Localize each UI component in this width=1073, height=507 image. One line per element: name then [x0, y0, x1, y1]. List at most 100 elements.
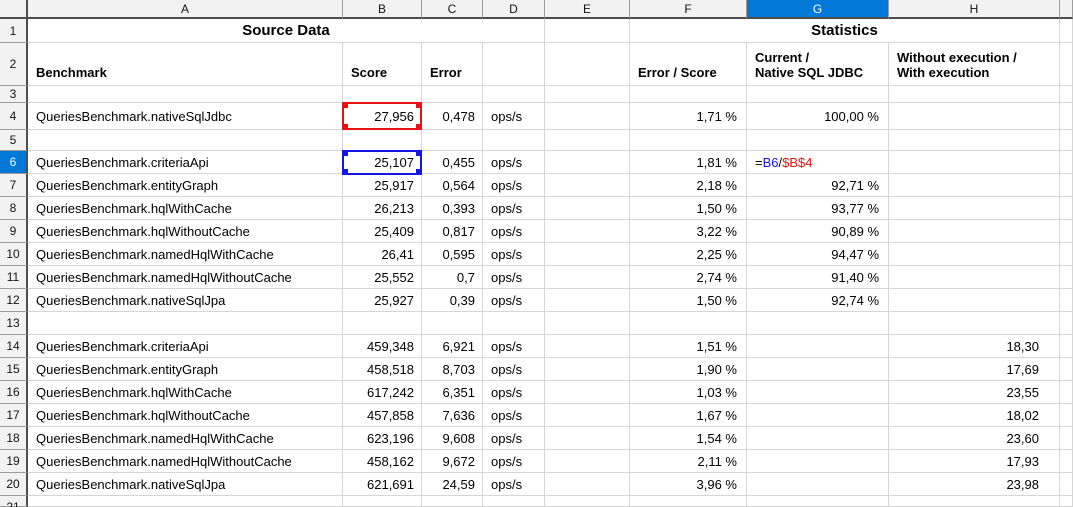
cell-C21[interactable] [422, 496, 483, 507]
row-header-19[interactable]: 19 [0, 450, 28, 473]
cell-C16[interactable]: 6,351 [422, 381, 483, 404]
cell-H4[interactable] [889, 103, 1060, 130]
cell-G9[interactable]: 90,89 % [747, 220, 889, 243]
cell-F11[interactable]: 2,74 % [630, 266, 747, 289]
cell-D3[interactable] [483, 86, 545, 103]
cell-H12[interactable] [889, 289, 1060, 312]
col-header-C[interactable]: C [422, 0, 483, 19]
cell-E18[interactable] [545, 427, 630, 450]
row-header-4[interactable]: 4 [0, 103, 28, 130]
cell-B10[interactable]: 26,41 [343, 243, 422, 266]
cell-I12[interactable] [1060, 289, 1073, 312]
col-header-D[interactable]: D [483, 0, 545, 19]
cell-D10[interactable]: ops/s [483, 243, 545, 266]
merged-cell-statistics-title[interactable]: Statistics [630, 19, 1060, 43]
cell-C6[interactable]: 0,455 [422, 151, 483, 174]
cell-I2-partial[interactable] [1060, 43, 1073, 86]
cell-B2-score-header[interactable]: Score [343, 43, 422, 86]
cell-I5[interactable] [1060, 130, 1073, 151]
cell-D6[interactable]: ops/s [483, 151, 545, 174]
cell-H14[interactable]: 18,30 [889, 335, 1060, 358]
cell-D8[interactable]: ops/s [483, 197, 545, 220]
cell-A2-benchmark-header[interactable]: Benchmark [28, 43, 343, 86]
cell-A18[interactable]: QueriesBenchmark.namedHqlWithCache [28, 427, 343, 450]
cell-C11[interactable]: 0,7 [422, 266, 483, 289]
cell-B18[interactable]: 623,196 [343, 427, 422, 450]
row-header-7[interactable]: 7 [0, 174, 28, 197]
cell-B16[interactable]: 617,242 [343, 381, 422, 404]
cell-I19[interactable] [1060, 450, 1073, 473]
cell-A12[interactable]: QueriesBenchmark.nativeSqlJpa [28, 289, 343, 312]
cell-H2-without-with-header[interactable]: Without execution / With execution [889, 43, 1060, 86]
cell-F9[interactable]: 3,22 % [630, 220, 747, 243]
col-header-partial[interactable] [1060, 0, 1073, 19]
row-header-15[interactable]: 15 [0, 358, 28, 381]
cell-E1[interactable] [545, 19, 630, 43]
cell-I8[interactable] [1060, 197, 1073, 220]
col-header-H[interactable]: H [889, 0, 1060, 19]
cell-A5[interactable] [28, 130, 343, 151]
row-header-21[interactable]: 21 [0, 496, 28, 507]
cell-F16[interactable]: 1,03 % [630, 381, 747, 404]
cell-G15[interactable] [747, 358, 889, 381]
cell-A10[interactable]: QueriesBenchmark.namedHqlWithCache [28, 243, 343, 266]
cell-B19[interactable]: 458,162 [343, 450, 422, 473]
cell-B7[interactable]: 25,917 [343, 174, 422, 197]
cell-B15[interactable]: 458,518 [343, 358, 422, 381]
cell-D16[interactable]: ops/s [483, 381, 545, 404]
row-header-17[interactable]: 17 [0, 404, 28, 427]
row-header-14[interactable]: 14 [0, 335, 28, 358]
cell-G20[interactable] [747, 473, 889, 496]
cell-D18[interactable]: ops/s [483, 427, 545, 450]
cell-E13[interactable] [545, 312, 630, 335]
cell-H9[interactable] [889, 220, 1060, 243]
merged-cell-source-data-title[interactable]: Source Data [28, 19, 545, 43]
row-header-2[interactable]: 2 [0, 43, 28, 86]
cell-F19[interactable]: 2,11 % [630, 450, 747, 473]
cell-B9[interactable]: 25,409 [343, 220, 422, 243]
cell-I20[interactable] [1060, 473, 1073, 496]
cell-C19[interactable]: 9,672 [422, 450, 483, 473]
cell-D7[interactable]: ops/s [483, 174, 545, 197]
cell-G16[interactable] [747, 381, 889, 404]
formula-edit-cell-G6[interactable]: = B6/$B$4 [747, 151, 889, 174]
cell-A13[interactable] [28, 312, 343, 335]
cell-G11[interactable]: 91,40 % [747, 266, 889, 289]
cell-H5[interactable] [889, 130, 1060, 151]
cell-G7[interactable]: 92,71 % [747, 174, 889, 197]
row-header-18[interactable]: 18 [0, 427, 28, 450]
cell-H10[interactable] [889, 243, 1060, 266]
cell-D9[interactable]: ops/s [483, 220, 545, 243]
cell-E19[interactable] [545, 450, 630, 473]
cell-F10[interactable]: 2,25 % [630, 243, 747, 266]
cell-A6[interactable]: QueriesBenchmark.criteriaApi [28, 151, 343, 174]
cell-G21[interactable] [747, 496, 889, 507]
cell-I11[interactable] [1060, 266, 1073, 289]
cell-E7[interactable] [545, 174, 630, 197]
cell-D15[interactable]: ops/s [483, 358, 545, 381]
cell-F17[interactable]: 1,67 % [630, 404, 747, 427]
cell-E14[interactable] [545, 335, 630, 358]
cell-F8[interactable]: 1,50 % [630, 197, 747, 220]
row-header-16[interactable]: 16 [0, 381, 28, 404]
cell-F5[interactable] [630, 130, 747, 151]
cell-D20[interactable]: ops/s [483, 473, 545, 496]
cell-I3[interactable] [1060, 86, 1073, 103]
cell-A21[interactable] [28, 496, 343, 507]
cell-A11[interactable]: QueriesBenchmark.namedHqlWithoutCache [28, 266, 343, 289]
cell-C10[interactable]: 0,595 [422, 243, 483, 266]
cell-D14[interactable]: ops/s [483, 335, 545, 358]
cell-I21[interactable] [1060, 496, 1073, 507]
cell-H19[interactable]: 17,93 [889, 450, 1060, 473]
cell-B20[interactable]: 621,691 [343, 473, 422, 496]
col-header-B[interactable]: B [343, 0, 422, 19]
cell-C17[interactable]: 7,636 [422, 404, 483, 427]
cell-C15[interactable]: 8,703 [422, 358, 483, 381]
cell-I13[interactable] [1060, 312, 1073, 335]
cell-A9[interactable]: QueriesBenchmark.hqlWithoutCache [28, 220, 343, 243]
cell-H21[interactable] [889, 496, 1060, 507]
cell-E5[interactable] [545, 130, 630, 151]
cell-D2[interactable] [483, 43, 545, 86]
cell-G3[interactable] [747, 86, 889, 103]
cell-D4[interactable]: ops/s [483, 103, 545, 130]
